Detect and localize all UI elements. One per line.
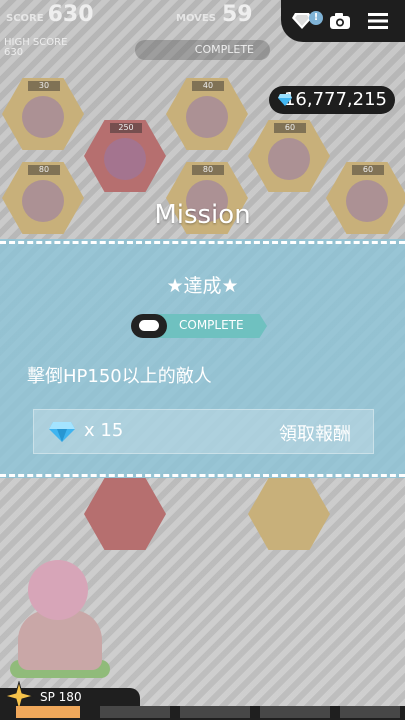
camera-button[interactable] <box>327 8 353 34</box>
high-score-value: 630 <box>4 47 24 58</box>
gem-balance: 16,777,215 <box>269 86 395 114</box>
panel-border-bottom <box>0 474 405 477</box>
gem-icon <box>49 422 75 442</box>
gem-shop-button[interactable]: ! <box>289 8 323 34</box>
status-pill: COMPLETE <box>135 40 270 60</box>
character-sprite <box>104 138 146 180</box>
skill-slot[interactable] <box>340 706 400 718</box>
mission-title: Mission <box>154 200 251 230</box>
tile-level: 60 <box>352 165 384 175</box>
menu-button[interactable] <box>365 8 391 34</box>
panel-border-top <box>0 241 405 244</box>
character-sprite <box>186 96 228 138</box>
score-display: SCORE 630 <box>6 2 94 27</box>
top-bar: ! <box>281 0 405 42</box>
moves-display: MOVES 59 <box>176 2 253 27</box>
sp-value: SP 180 <box>40 690 82 704</box>
monster-face-icon <box>131 314 167 338</box>
tile-level: 30 <box>28 81 60 91</box>
mission-description: 擊倒HP150以上的敵人 <box>27 366 212 387</box>
score-value: 630 <box>47 2 94 27</box>
score-label: SCORE <box>6 13 44 24</box>
character-sprite <box>22 96 64 138</box>
moves-label: MOVES <box>176 13 216 24</box>
tile-level: 80 <box>28 165 60 175</box>
mission-achieved-text: ★達成★ <box>166 275 239 297</box>
hamburger-menu-icon <box>368 13 388 29</box>
gem-balance-value: 16,777,215 <box>283 89 387 110</box>
notification-badge: ! <box>309 11 323 25</box>
game-screen: SCORE 630 MOVES 59 HIGH SCORE 630 COMPLETE… <box>0 0 405 720</box>
skill-slot[interactable] <box>180 706 250 718</box>
sp-gauge-fill <box>16 706 80 718</box>
reward-count: x 15 <box>84 420 124 441</box>
mission-status-text: COMPLETE <box>179 318 244 332</box>
tile-level: 250 <box>110 123 142 133</box>
claim-reward-label: 領取報酬 <box>279 424 351 445</box>
tile-level: 80 <box>192 165 224 175</box>
skill-slot[interactable] <box>260 706 330 718</box>
hero-character[interactable] <box>0 550 130 680</box>
mission-status-badge: COMPLETE <box>131 314 271 338</box>
camera-icon <box>330 13 350 29</box>
tile-level: 40 <box>192 81 224 91</box>
high-score: HIGH SCORE 630 <box>4 38 67 58</box>
gem-icon <box>278 94 292 106</box>
character-sprite <box>268 138 310 180</box>
status-label: COMPLETE <box>194 43 254 56</box>
claim-reward-button[interactable]: x 15 領取報酬 <box>33 409 374 454</box>
tile-level: 60 <box>274 123 306 133</box>
skill-slot[interactable] <box>100 706 170 718</box>
moves-value: 59 <box>221 2 253 27</box>
